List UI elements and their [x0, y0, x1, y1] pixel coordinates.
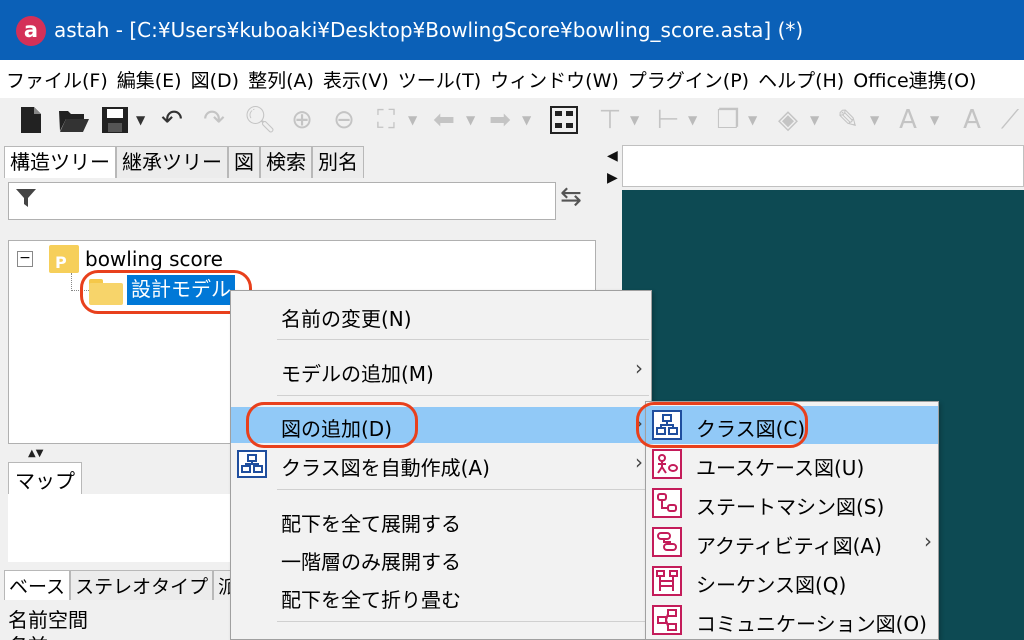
annotation-oval-model — [80, 270, 252, 314]
menu-window[interactable]: ウィンドウ(W) — [490, 66, 619, 93]
map-panel — [8, 494, 238, 562]
namespace-label: 名前空間 — [8, 608, 88, 632]
class-diagram-icon — [237, 450, 267, 478]
annotation-oval-add-diagram — [246, 402, 418, 448]
editor-tab-strip — [622, 145, 1024, 187]
tab-alias[interactable]: 別名 — [312, 146, 364, 178]
align-left-icon[interactable]: ⊢ — [652, 98, 684, 142]
tab-diagram[interactable]: 図 — [228, 146, 260, 178]
arrange-dropdown-icon[interactable]: ▼ — [748, 98, 757, 142]
tree-filter-input[interactable] — [8, 182, 556, 220]
submenu-arrow-icon: › — [635, 450, 643, 474]
window-title: astah - [C:¥Users¥kuboaki¥Desktop¥Bowlin… — [54, 18, 804, 42]
context-menu: 名前の変更(N) モデルの追加(M) › 図の追加(D) › クラス図を自動作成… — [230, 290, 652, 640]
back-dropdown-icon[interactable]: ▼ — [466, 98, 475, 142]
activity-diagram-icon — [652, 527, 682, 557]
sequence-diagram-icon — [652, 566, 682, 596]
line-dropdown-icon[interactable]: ▼ — [870, 98, 879, 142]
menu-help[interactable]: ヘルプ(H) — [758, 66, 844, 93]
menu-item-auto-create-class-diagram[interactable]: クラス図を自動作成(A) › — [231, 446, 651, 482]
font-size-icon[interactable]: A — [952, 98, 992, 142]
communication-diagram-icon — [652, 605, 682, 635]
tab-map[interactable]: マップ — [8, 462, 82, 496]
menu-item-rename[interactable]: 名前の変更(N) — [231, 297, 651, 333]
tree-node-project[interactable]: bowling score — [85, 247, 223, 271]
tab-inheritance-tree[interactable]: 継承ツリー — [116, 146, 228, 178]
fit-icon[interactable]: ⛶ — [366, 98, 406, 142]
split-pane-arrows-icon[interactable]: ▲▼ — [28, 448, 43, 459]
zoom-out-icon[interactable]: ⊖ — [324, 98, 364, 142]
menu-file[interactable]: ファイル(F) — [6, 66, 108, 93]
menu-item-add-model[interactable]: モデルの追加(M) › — [231, 352, 651, 388]
menu-separator — [277, 489, 649, 490]
usecase-diagram-icon — [652, 449, 682, 479]
forward-icon[interactable]: ➡ — [480, 98, 520, 142]
fill-color-icon[interactable]: ◈ — [770, 98, 806, 142]
menu-view[interactable]: 表示(V) — [323, 66, 389, 93]
menu-edit[interactable]: 編集(E) — [117, 66, 182, 93]
new-file-icon[interactable] — [14, 98, 48, 142]
submenu-arrow-icon: › — [635, 356, 643, 380]
menu-item-communication-diagram[interactable]: コミュニケーション図(O) — [646, 601, 938, 639]
tab-search[interactable]: 検索 — [260, 146, 312, 178]
font-color-dropdown-icon[interactable]: ▼ — [930, 98, 939, 142]
align-left-dropdown-icon[interactable]: ▼ — [688, 98, 697, 142]
fit-dropdown-icon[interactable]: ▼ — [408, 98, 417, 142]
menu-item-statemachine-diagram[interactable]: ステートマシン図(S) — [646, 484, 938, 522]
title-bar: a astah - [C:¥Users¥kuboaki¥Desktop¥Bowl… — [0, 0, 1024, 60]
collapse-left-icon[interactable]: ◀ — [607, 148, 618, 164]
menu-bar: ファイル(F) 編集(E) 図(D) 整列(A) 表示(V) ツール(T) ウィ… — [0, 60, 1024, 98]
menu-item-activity-diagram[interactable]: アクティビティ図(A) › — [646, 523, 938, 561]
menu-tools[interactable]: ツール(T) — [398, 66, 481, 93]
line-tool-icon[interactable]: ⟋ — [996, 98, 1024, 142]
fill-dropdown-icon[interactable]: ▼ — [810, 98, 819, 142]
arrange-icon[interactable]: ❐ — [712, 98, 744, 142]
menu-separator — [277, 395, 649, 396]
statemachine-diagram-icon — [652, 488, 682, 518]
expand-right-icon[interactable]: ▶ — [607, 170, 618, 186]
tab-structure-tree[interactable]: 構造ツリー — [4, 146, 116, 178]
forward-dropdown-icon[interactable]: ▼ — [522, 98, 531, 142]
name-label: 名前 — [8, 630, 48, 640]
project-icon: P — [49, 245, 79, 273]
menu-plugins[interactable]: プラグイン(P) — [628, 66, 749, 93]
menu-separator — [277, 339, 649, 340]
save-dropdown-icon[interactable]: ▼ — [136, 98, 145, 142]
astah-logo-icon: a — [16, 16, 46, 46]
property-tabs: ベース ステレオタイプ 派 — [4, 570, 243, 600]
line-color-icon[interactable]: ✎ — [830, 98, 866, 142]
filter-icon — [15, 187, 37, 215]
font-color-icon[interactable]: A — [890, 98, 926, 142]
project-view-tabs: 構造ツリー 継承ツリー 図 検索 別名 — [4, 146, 364, 178]
submenu-arrow-icon: › — [924, 529, 932, 553]
undo-icon[interactable]: ↶ — [152, 98, 192, 142]
menu-item-sequence-diagram[interactable]: シーケンス図(Q) — [646, 562, 938, 600]
menu-item-usecase-diagram[interactable]: ユースケース図(U) — [646, 445, 938, 483]
menu-item-expand-one-level[interactable]: 一階層のみ展開する — [231, 540, 651, 576]
tab-stereotype[interactable]: ステレオタイプ — [70, 570, 214, 600]
menu-diagram[interactable]: 図(D) — [191, 66, 239, 93]
swap-icon[interactable]: ⇆ — [560, 182, 582, 212]
zoom-icon[interactable]: 🔍︎ — [240, 98, 280, 142]
save-icon[interactable] — [98, 98, 132, 142]
zoom-in-icon[interactable]: ⊕ — [282, 98, 322, 142]
tab-base[interactable]: ベース — [4, 570, 71, 600]
toolbar: ▼ ↶ ↷ 🔍︎ ⊕ ⊖ ⛶ ▼ ⬅ ▼ ➡ ▼ ⊤ ▼ ⊢ ▼ ❐ ▼ ◈ ▼… — [0, 98, 1024, 142]
redo-icon[interactable]: ↷ — [194, 98, 234, 142]
back-icon[interactable]: ⬅ — [424, 98, 464, 142]
open-folder-icon[interactable] — [56, 98, 92, 142]
model-icon[interactable] — [544, 98, 584, 142]
menu-item-expand-all[interactable]: 配下を全て展開する — [231, 502, 651, 538]
menu-separator — [277, 621, 649, 622]
menu-item-collapse-all[interactable]: 配下を全て折り畳む — [231, 578, 651, 614]
align-top-icon[interactable]: ⊤ — [594, 98, 626, 142]
annotation-oval-class-diagram — [636, 402, 808, 448]
tree-collapse-icon[interactable]: − — [17, 251, 33, 267]
menu-align[interactable]: 整列(A) — [248, 66, 314, 93]
align-top-dropdown-icon[interactable]: ▼ — [630, 98, 639, 142]
menu-office[interactable]: Office連携(O) — [853, 66, 976, 93]
